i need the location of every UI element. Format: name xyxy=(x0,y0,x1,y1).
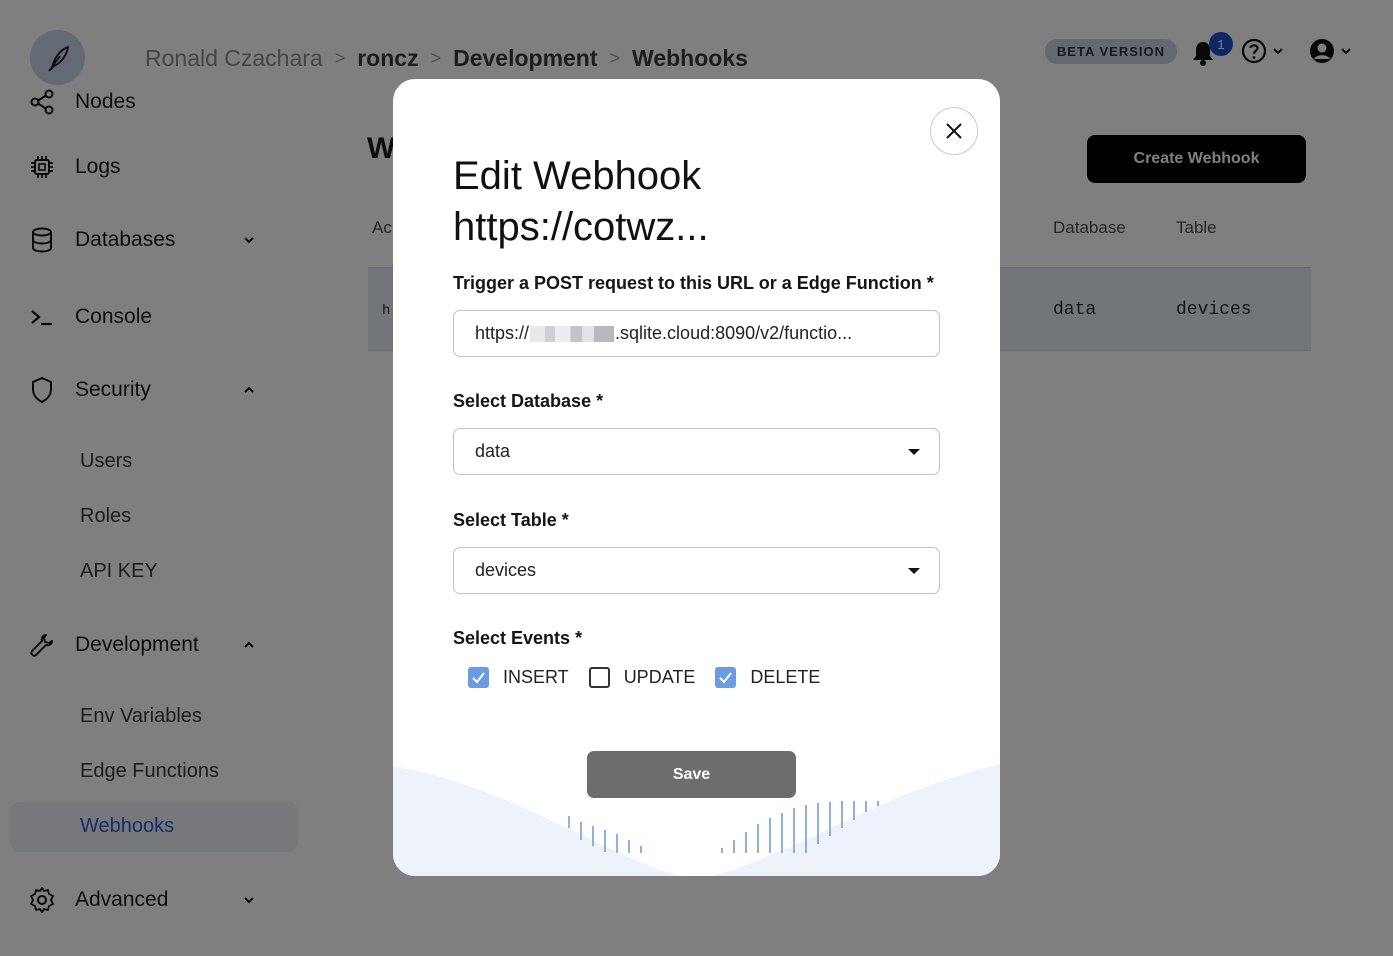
redacted-subdomain xyxy=(530,325,615,342)
checkmark-icon xyxy=(472,672,485,684)
modal-title-url: https://cotwz... xyxy=(453,205,709,249)
close-button[interactable] xyxy=(930,107,978,155)
url-field-label: Trigger a POST request to this URL or a … xyxy=(453,273,934,293)
delete-checkbox-label[interactable]: DELETE xyxy=(750,667,820,688)
events-checkbox-group: INSERT UPDATE DELETE xyxy=(468,667,840,688)
modal-title-heading: Edit Webhook xyxy=(453,154,702,198)
caret-down-icon xyxy=(908,568,920,574)
edit-webhook-modal: Edit Webhook https://cotwz... Trigger a … xyxy=(393,79,1000,876)
database-select-value: data xyxy=(475,441,511,461)
table-select-value: devices xyxy=(475,560,537,580)
update-checkbox-label[interactable]: UPDATE xyxy=(624,667,696,688)
insert-checkbox-label[interactable]: INSERT xyxy=(503,667,569,688)
delete-checkbox[interactable] xyxy=(715,667,737,688)
table-select[interactable]: devices xyxy=(453,547,940,594)
modal-title: Edit Webhook https://cotwz... xyxy=(453,151,923,253)
update-checkbox[interactable] xyxy=(588,667,610,688)
database-field-label: Select Database * xyxy=(453,391,604,411)
save-button[interactable]: Save xyxy=(587,751,796,798)
insert-checkbox[interactable] xyxy=(468,667,489,688)
caret-down-icon xyxy=(908,449,920,455)
url-suffix: .sqlite.cloud:8090/v2/functio... xyxy=(615,323,853,343)
close-icon xyxy=(946,123,962,139)
events-field-label: Select Events * xyxy=(453,628,583,648)
table-field-label: Select Table * xyxy=(453,510,569,530)
url-prefix: https:// xyxy=(475,323,530,343)
database-select[interactable]: data xyxy=(453,428,940,475)
url-input[interactable]: https:// .sqlite.cloud:8090/v2/functio... xyxy=(453,310,940,357)
checkmark-icon xyxy=(719,672,733,684)
